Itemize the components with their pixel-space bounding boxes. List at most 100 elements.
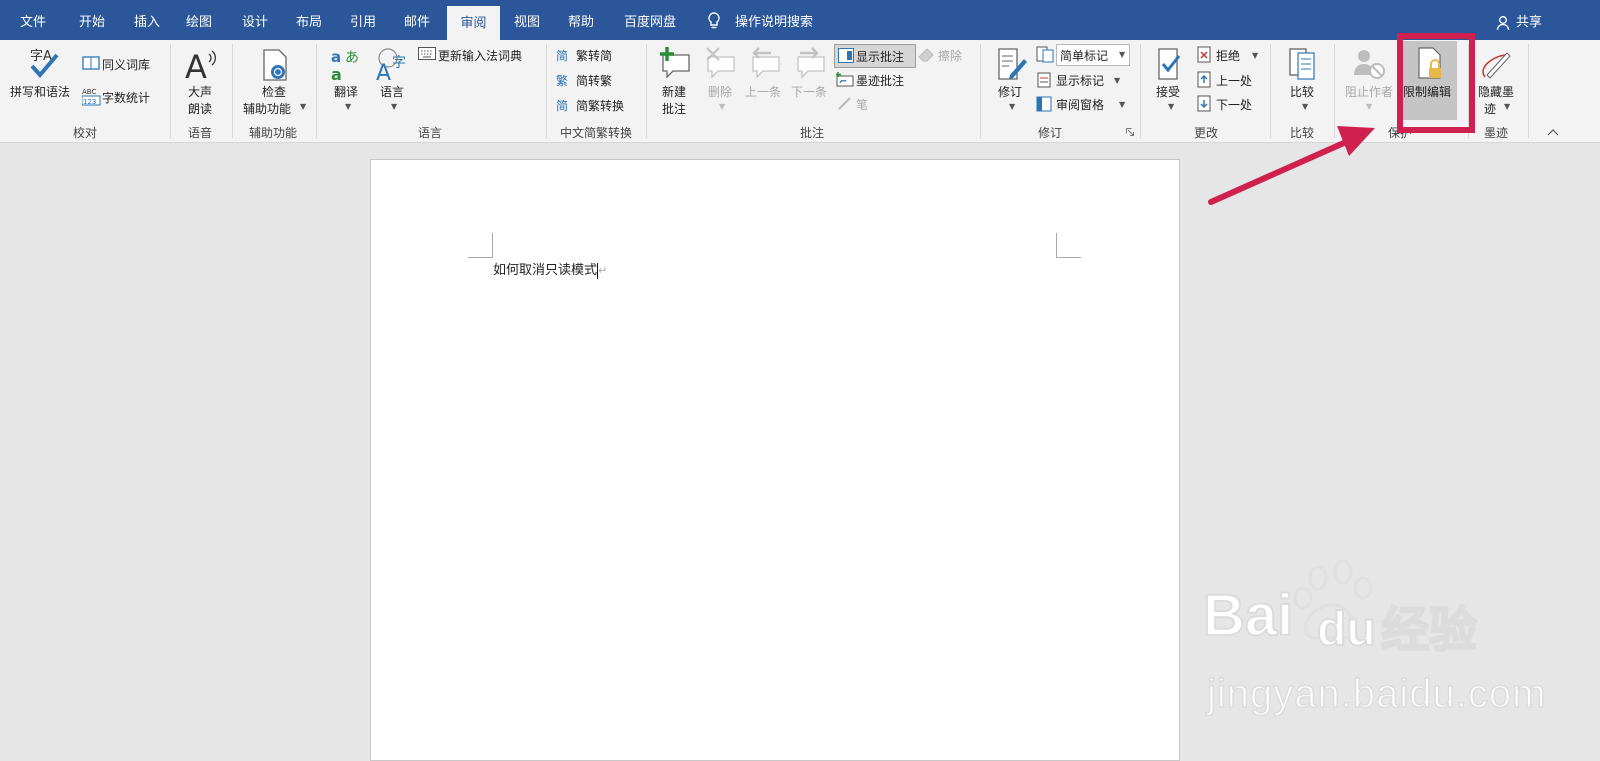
- eraser-icon: [918, 48, 934, 62]
- simplified-to-traditional-button[interactable]: 繁 简转繁: [556, 70, 640, 90]
- block-authors-label: 阻止作者: [1345, 85, 1394, 99]
- tab-design[interactable]: 设计: [230, 0, 280, 40]
- markup-select-value: 简单标记: [1060, 49, 1109, 63]
- tab-draw[interactable]: 绘图: [174, 0, 224, 40]
- show-comments-label: 显示批注: [856, 50, 905, 64]
- new-comment-button[interactable]: 新建 批注: [656, 44, 696, 118]
- conversion-icon: 简: [556, 99, 569, 113]
- collapse-ribbon-icon[interactable]: [1547, 128, 1559, 136]
- track-changes-icon: [998, 48, 1027, 80]
- group-label-language: 语言: [417, 126, 442, 140]
- markup-display-icon: [1036, 46, 1054, 63]
- next-label: 下一条: [791, 85, 828, 99]
- markup-display-select[interactable]: 简单标记 ▼: [1056, 44, 1130, 66]
- group-divider: [316, 44, 317, 138]
- show-markup-icon: [1037, 72, 1051, 88]
- erase-button[interactable]: 擦除: [918, 45, 974, 65]
- block-authors-icon: [1354, 50, 1385, 79]
- show-comments-button[interactable]: 显示批注: [834, 44, 916, 68]
- word-count-button[interactable]: ABC 123 字数统计: [82, 86, 162, 108]
- pen-icon: [838, 97, 851, 110]
- erase-label: 擦除: [938, 49, 963, 63]
- word-count-icon: ABC 123: [82, 88, 101, 106]
- tab-view[interactable]: 视图: [502, 0, 552, 40]
- track-changes-button[interactable]: 修订 ▼: [992, 44, 1032, 118]
- document-body-text[interactable]: 如何取消只读模式↵: [493, 259, 607, 279]
- language-label: 语言: [380, 85, 405, 99]
- share-label: 共享: [1516, 15, 1543, 30]
- check-label-2: 辅助功能: [243, 102, 292, 116]
- delete-comment-button[interactable]: 删除 ▼: [702, 44, 740, 118]
- compare-button[interactable]: 比较 ▼: [1282, 44, 1326, 118]
- next-change-icon: [1197, 95, 1211, 112]
- svg-text:a: a: [331, 65, 342, 81]
- tab-baidu-netdisk[interactable]: 百度网盘: [614, 0, 686, 40]
- ink-comment-label: 墨迹批注: [856, 74, 905, 88]
- dialog-launcher-icon[interactable]: [1126, 128, 1134, 136]
- ink-comment-icon: [836, 72, 854, 87]
- svg-text:a: a: [331, 48, 341, 66]
- check-accessibility-button[interactable]: 检查 辅助功能 ▼: [240, 44, 310, 118]
- group-divider: [980, 44, 981, 138]
- update-ime-dictionary-button[interactable]: 更新输入法词典: [418, 45, 538, 65]
- language-button[interactable]: A 字 语言 ▼: [374, 44, 414, 118]
- translate-icon: a あ a: [331, 48, 359, 81]
- conversion-label: 简繁转换: [576, 99, 625, 113]
- reviewing-pane-button[interactable]: 审阅窗格 ▼: [1036, 94, 1136, 114]
- chevron-down-icon: ▼: [719, 102, 726, 111]
- block-authors-button[interactable]: 阻止作者 ▼: [1342, 44, 1396, 118]
- chevron-down-icon: ▼: [1504, 102, 1511, 111]
- tab-insert[interactable]: 插入: [122, 0, 172, 40]
- thesaurus-label: 同义词库: [102, 58, 151, 72]
- baidu-jingyan-watermark: Bai du 经验 jingyan.baidu.com: [1202, 560, 1583, 730]
- spelling-grammar-button[interactable]: 字A 拼写和语法: [8, 44, 78, 104]
- spelling-check-icon: 字A: [30, 49, 59, 79]
- to-traditional-label: 简转繁: [576, 74, 613, 88]
- accept-button[interactable]: 接受 ▼: [1150, 44, 1192, 118]
- reject-button[interactable]: 拒绝 ▼: [1196, 45, 1262, 65]
- next-change-button[interactable]: 下一处: [1196, 94, 1262, 114]
- tab-help[interactable]: 帮助: [556, 0, 606, 40]
- tab-review[interactable]: 审阅: [447, 6, 500, 40]
- watermark-cn: 经验: [1380, 601, 1478, 659]
- translate-label: 翻译: [334, 85, 359, 99]
- language-icon: A 字: [376, 48, 406, 81]
- simplified-icon: 简: [556, 49, 569, 63]
- previous-label: 上一条: [745, 85, 782, 99]
- svg-text:字: 字: [392, 55, 406, 71]
- pointer-arrow-icon: [1208, 126, 1375, 205]
- previous-comment-button[interactable]: 上一条: [745, 44, 789, 118]
- traditional-to-simplified-button[interactable]: 简 繁转简: [556, 45, 640, 65]
- next-change-label: 下一处: [1216, 98, 1253, 112]
- group-label-speech: 语音: [187, 126, 212, 140]
- chevron-down-icon: ▼: [391, 102, 398, 111]
- svg-text:123: 123: [83, 98, 96, 106]
- hide-ink-icon: [1482, 52, 1511, 79]
- tab-mailings[interactable]: 邮件: [392, 0, 442, 40]
- previous-change-button[interactable]: 上一处: [1196, 70, 1262, 90]
- ink-comment-button[interactable]: 墨迹批注: [836, 70, 916, 90]
- simplified-traditional-conversion-button[interactable]: 简 简繁转换: [556, 95, 640, 115]
- tell-me-search[interactable]: 操作说明搜索: [732, 0, 816, 40]
- group-divider: [646, 44, 647, 138]
- read-aloud-button[interactable]: A 大声 朗读: [180, 44, 222, 118]
- tab-references[interactable]: 引用: [338, 0, 388, 40]
- next-comment-button[interactable]: 下一条: [791, 44, 833, 118]
- tab-file[interactable]: 文件: [10, 0, 56, 40]
- share-button[interactable]: 共享: [1496, 0, 1542, 40]
- new-comment-icon: [660, 47, 690, 79]
- update-ime-label: 更新输入法词典: [438, 49, 523, 63]
- translate-button[interactable]: a あ a 翻译 ▼: [328, 44, 366, 118]
- chevron-down-icon: ▼: [1119, 50, 1126, 59]
- show-markup-button[interactable]: 显示标记 ▼: [1036, 70, 1136, 90]
- compare-label: 比较: [1290, 85, 1315, 99]
- hide-ink-button[interactable]: 隐藏墨 迹 ▼: [1474, 44, 1520, 118]
- pen-button[interactable]: 笔: [836, 94, 876, 114]
- group-label-proofing: 校对: [72, 126, 97, 140]
- tab-layout[interactable]: 布局: [284, 0, 334, 40]
- group-divider: [546, 44, 547, 138]
- reject-label: 拒绝: [1216, 49, 1241, 63]
- tab-home[interactable]: 开始: [67, 0, 117, 40]
- thesaurus-button[interactable]: 同义词库: [82, 54, 162, 74]
- svg-text:A: A: [185, 48, 207, 82]
